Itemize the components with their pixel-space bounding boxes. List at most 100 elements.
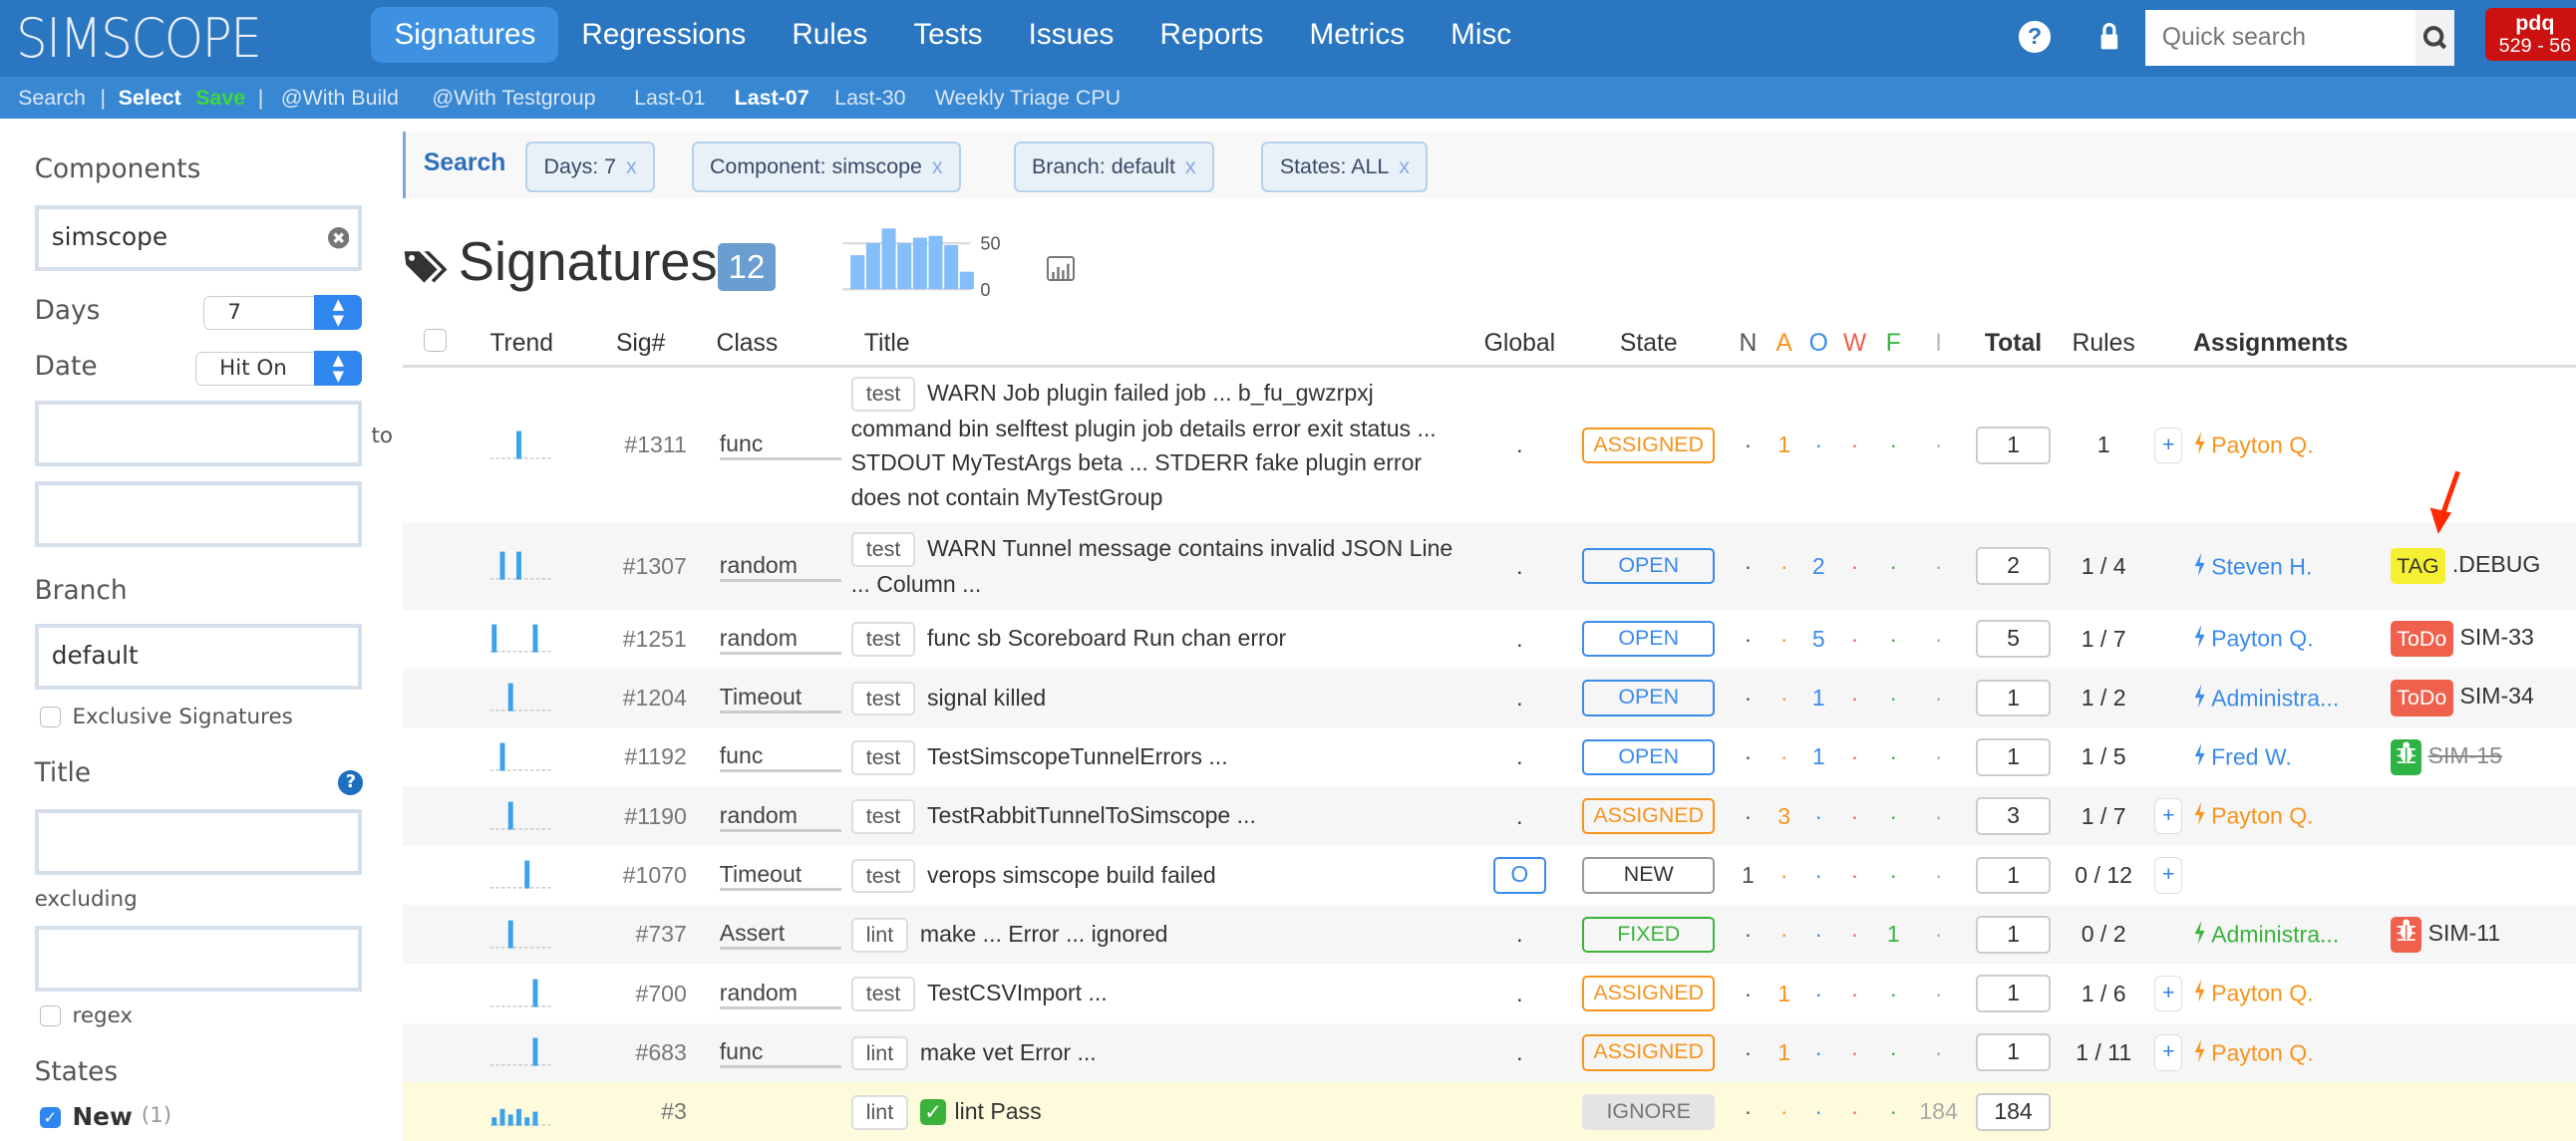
regex-checkbox[interactable] xyxy=(39,1004,61,1026)
signature-title[interactable]: TestRabbitTunnelToSimscope ... xyxy=(927,802,1256,828)
nav-issues[interactable]: Issues xyxy=(1006,7,1137,63)
nav-rules[interactable]: Rules xyxy=(769,7,890,63)
nav-signatures[interactable]: Signatures xyxy=(371,6,559,63)
assignee[interactable]: Payton Q. xyxy=(2211,803,2314,829)
date-from-input[interactable] xyxy=(34,401,362,466)
issue-link[interactable]: SIM-11 xyxy=(2428,920,2501,946)
subnav-save[interactable]: Save xyxy=(195,86,245,111)
class-input[interactable]: Timeout xyxy=(719,683,841,714)
signature-title[interactable]: TestSimscopeTunnelErrors ... xyxy=(927,743,1228,769)
remove-chip-icon[interactable]: x xyxy=(626,154,637,178)
col-rules[interactable]: Rules xyxy=(2063,323,2144,368)
quick-search-input[interactable] xyxy=(2145,9,2415,66)
nav-regressions[interactable]: Regressions xyxy=(558,7,769,63)
filter-chip-days[interactable]: Days: 7 x xyxy=(525,141,656,192)
bar-chart-icon[interactable] xyxy=(1046,256,1075,281)
count-a[interactable]: 3 xyxy=(1768,786,1801,846)
count-o[interactable]: 2 xyxy=(1800,522,1837,610)
clear-icon[interactable] xyxy=(327,227,350,249)
count-i[interactable]: 184 xyxy=(1913,1082,1964,1141)
filter-chip-branch[interactable]: Branch: default x xyxy=(1013,141,1215,192)
rules-count[interactable]: 1 / 6 xyxy=(2064,964,2144,1022)
sig-number[interactable]: #700 xyxy=(575,964,707,1022)
col-a[interactable]: A xyxy=(1768,323,1801,368)
class-input[interactable]: random xyxy=(719,801,841,832)
subnav-weekly-triage-cpu[interactable]: Weekly Triage CPU xyxy=(935,86,1121,111)
assignee[interactable]: Steven H. xyxy=(2211,553,2312,579)
subnav-with-testgroup[interactable]: @With Testgroup xyxy=(432,86,595,111)
count-a[interactable]: 1 xyxy=(1768,366,1800,522)
issue-link[interactable]: SIM-15 xyxy=(2428,742,2502,768)
table-row[interactable]: #1192 func test TestSimscopeTunnelErrors ..… xyxy=(403,727,2576,786)
col-trend[interactable]: Trend xyxy=(468,323,575,368)
count-o[interactable]: 5 xyxy=(1800,610,1836,669)
state-badge[interactable]: OPEN xyxy=(1581,621,1716,658)
count-o[interactable]: 1 xyxy=(1800,727,1836,786)
state-badge[interactable]: OPEN xyxy=(1581,738,1716,775)
state-badge[interactable]: ASSIGNED xyxy=(1581,798,1716,835)
excluding-input[interactable] xyxy=(34,926,362,993)
class-input[interactable]: func xyxy=(719,429,841,461)
sig-number[interactable]: #683 xyxy=(574,1022,707,1083)
state-badge[interactable]: ASSIGNED xyxy=(1581,427,1716,464)
class-input[interactable]: func xyxy=(719,741,841,773)
signature-title[interactable]: make ... Error ... ignored xyxy=(920,921,1168,947)
col-o[interactable]: O xyxy=(1800,323,1837,368)
table-row[interactable]: #1251 random test func sb Scoreboard Run ch… xyxy=(403,610,2576,669)
signature-title[interactable]: WARN Job plugin failed job ... b_fu_gwzr… xyxy=(851,380,1437,510)
subnav-last-01[interactable]: Last-01 xyxy=(634,86,705,111)
total-count[interactable]: 1 xyxy=(1975,426,2052,464)
nav-tests[interactable]: Tests xyxy=(890,7,1005,63)
nav-reports[interactable]: Reports xyxy=(1136,7,1286,63)
assignee[interactable]: Payton Q. xyxy=(2211,1039,2314,1065)
rules-count[interactable]: 1 / 5 xyxy=(2064,727,2144,786)
col-class[interactable]: Class xyxy=(706,323,851,368)
col-global[interactable]: Global xyxy=(1469,323,1569,368)
sig-number[interactable]: #1204 xyxy=(574,668,707,728)
subnav-last-07[interactable]: Last-07 xyxy=(735,86,809,111)
logo[interactable]: SIMSCOPE xyxy=(16,7,262,70)
count-n[interactable]: 1 xyxy=(1729,846,1769,905)
lock-icon[interactable] xyxy=(2099,23,2119,51)
class-input[interactable]: Timeout xyxy=(719,860,841,891)
sig-number[interactable]: #1311 xyxy=(575,366,707,522)
issue-link[interactable]: .DEBUG xyxy=(2452,551,2540,577)
add-rule-button[interactable]: + xyxy=(2154,857,2183,894)
class-input[interactable]: random xyxy=(719,551,841,582)
col-f[interactable]: F xyxy=(1872,323,1914,368)
count-o[interactable]: 1 xyxy=(1800,668,1837,728)
state-badge[interactable]: IGNORE xyxy=(1581,1093,1716,1130)
col-sig[interactable]: Sig# xyxy=(574,323,707,368)
table-row[interactable]: #3 lint ✓ lint Pass IGNORE · · · · · 184 184 xyxy=(402,1082,2576,1141)
add-rule-button[interactable]: + xyxy=(2154,798,2183,835)
sig-number[interactable]: #737 xyxy=(574,905,707,965)
total-count[interactable]: 5 xyxy=(1975,620,2052,659)
user-badge[interactable]: pdq 529 - 56 xyxy=(2485,8,2576,61)
col-state[interactable]: State xyxy=(1568,323,1729,368)
signature-title[interactable]: signal killed xyxy=(927,685,1046,711)
assignee[interactable]: Administra... xyxy=(2211,685,2339,711)
add-rule-button[interactable]: + xyxy=(2154,427,2183,464)
remove-chip-icon[interactable]: x xyxy=(1185,154,1196,178)
select-all-checkbox[interactable] xyxy=(402,323,469,368)
add-rule-button[interactable]: + xyxy=(2154,1034,2183,1071)
state-badge[interactable]: FIXED xyxy=(1581,916,1716,953)
rules-count[interactable] xyxy=(2063,1082,2144,1141)
title-input[interactable] xyxy=(34,809,362,876)
assignee[interactable]: Payton Q. xyxy=(2211,981,2314,1006)
issue-link[interactable]: SIM-34 xyxy=(2459,684,2533,710)
subnav-with-build[interactable]: @With Build xyxy=(281,86,399,111)
col-assignments[interactable]: Assignments xyxy=(2192,323,2391,368)
filter-chip-component[interactable]: Component: simscope x xyxy=(691,141,961,192)
rules-count[interactable]: 1 / 7 xyxy=(2064,610,2144,669)
state-badge[interactable]: OPEN xyxy=(1581,548,1716,585)
table-row[interactable]: #1190 random test TestRabbitTunnelToSimscop… xyxy=(402,786,2576,846)
days-select[interactable]: 7 ▲ ▼ xyxy=(203,294,363,331)
exclusive-checkbox[interactable] xyxy=(39,706,61,728)
col-title[interactable]: Title xyxy=(850,323,1470,368)
class-input[interactable]: random xyxy=(719,979,841,1009)
assignee[interactable]: Fred W. xyxy=(2211,744,2292,770)
col-i[interactable]: I xyxy=(1913,323,1964,368)
add-rule-button[interactable]: + xyxy=(2154,975,2183,1012)
signature-title[interactable]: verops simscope build failed xyxy=(927,862,1216,888)
